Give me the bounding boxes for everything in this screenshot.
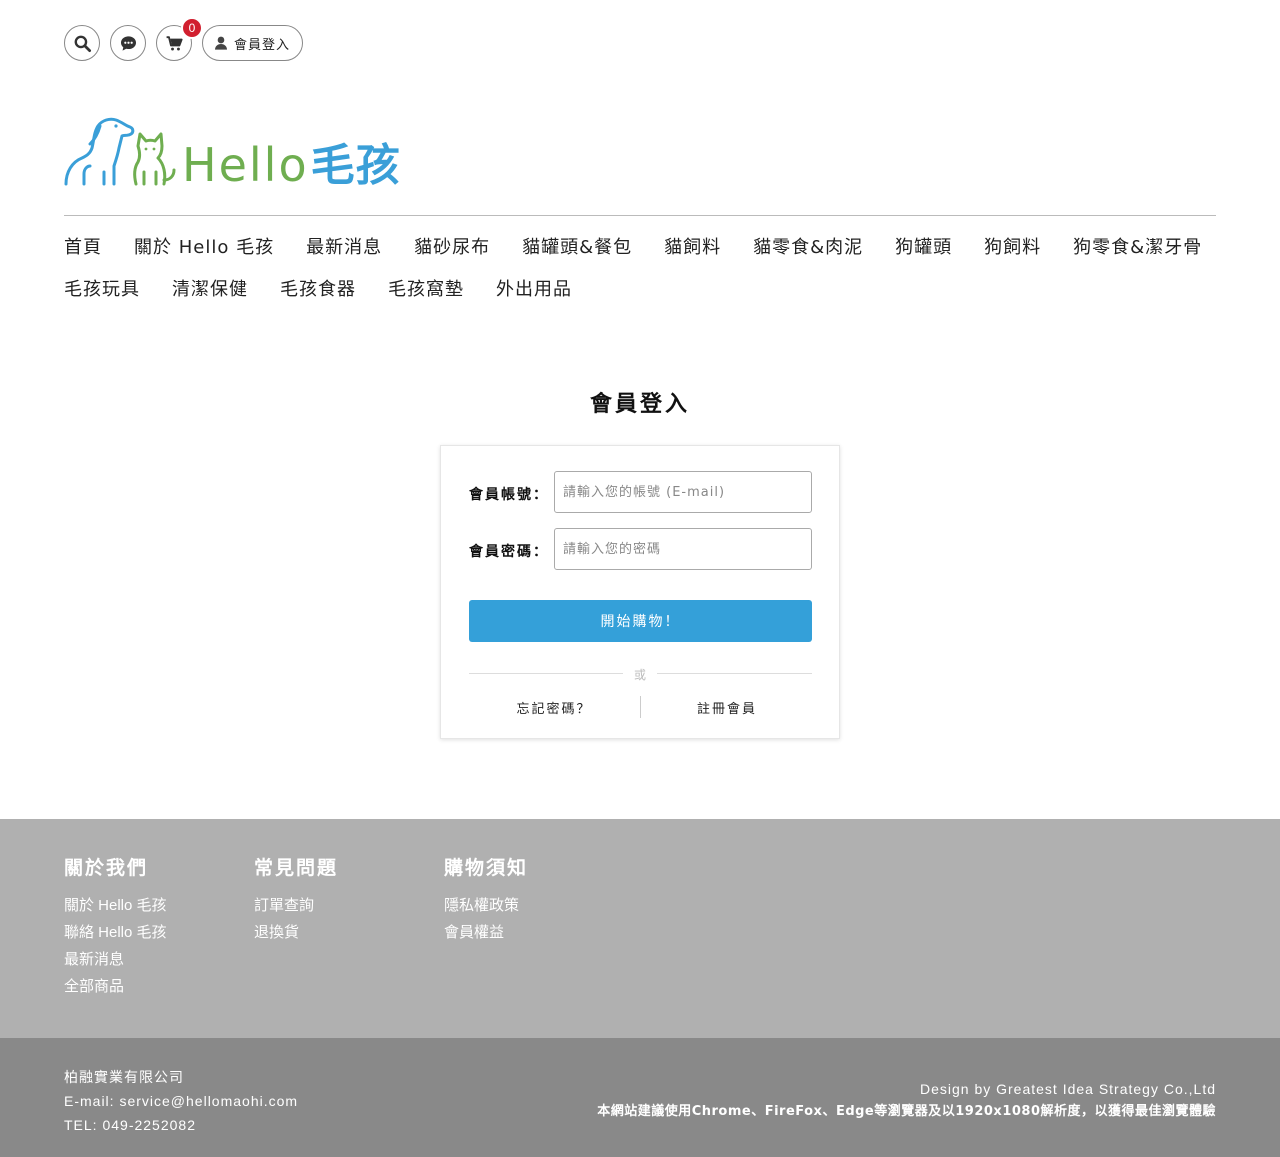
nav-item-pet-bowls[interactable]: 毛孩食器 xyxy=(280,278,356,302)
footer-link-contact[interactable]: 聯絡 Hello 毛孩 xyxy=(64,919,167,946)
page-title: 會員登入 xyxy=(589,392,690,417)
company-name: 柏融實業有限公司 xyxy=(64,1069,184,1085)
password-input[interactable] xyxy=(554,528,812,570)
header-divider xyxy=(64,215,1216,216)
nav-item-cleaning-care[interactable]: 清潔保健 xyxy=(172,278,248,302)
browser-note: 本網站建議使用Chrome、FireFox、Edge等瀏覽器及以1920x108… xyxy=(597,1104,1216,1119)
footer-col-about: 關於我們 關於 Hello 毛孩 聯絡 Hello 毛孩 最新消息 全部商品 xyxy=(64,853,167,1000)
cart-count-badge: 0 xyxy=(181,17,203,39)
nav-item-outdoor[interactable]: 外出用品 xyxy=(496,278,572,302)
main-nav: 首頁 關於 Hello 毛孩 最新消息 貓砂尿布 貓罐頭&餐包 貓飼料 貓零食&… xyxy=(64,236,1224,302)
cart-icon xyxy=(166,35,183,50)
search-icon xyxy=(74,35,91,52)
footer-links: 關於我們 關於 Hello 毛孩 聯絡 Hello 毛孩 最新消息 全部商品 常… xyxy=(0,819,1280,1038)
password-label: 會員密碼： xyxy=(469,544,549,560)
register-link[interactable]: 註冊會員 xyxy=(642,698,812,717)
nav-item-dog-cans[interactable]: 狗罐頭 xyxy=(895,236,952,260)
nav-item-dog-food[interactable]: 狗飼料 xyxy=(984,236,1041,260)
login-card: 會員帳號： 會員密碼： 開始購物！ 或 忘記密碼？ 註冊會員 xyxy=(440,445,840,739)
footer-link-about[interactable]: 關於 Hello 毛孩 xyxy=(64,892,167,919)
footer-link-member-rights[interactable]: 會員權益 xyxy=(444,919,528,946)
footer-col-faq: 常見問題 訂單查詢 退換貨 xyxy=(254,853,338,946)
footer-link-news[interactable]: 最新消息 xyxy=(64,946,167,973)
footer-bottom: 柏融實業有限公司 E-mail: service@hellomaohi.com … xyxy=(0,1038,1280,1157)
company-email: E-mail: service@hellomaohi.com xyxy=(64,1093,299,1109)
company-tel: TEL: 049-2252082 xyxy=(64,1117,196,1133)
footer-col-title: 購物須知 xyxy=(444,857,529,879)
logo-text: Hello 毛孩 xyxy=(182,142,401,188)
nav-item-dog-snacks[interactable]: 狗零食&潔牙骨 xyxy=(1073,236,1202,260)
nav-item-cat-litter[interactable]: 貓砂尿布 xyxy=(414,236,490,260)
footer-link-returns[interactable]: 退換貨 xyxy=(254,919,338,946)
design-credit-text: Design by Greatest Idea Strategy Co.,Ltd xyxy=(919,1081,1216,1097)
nav-item-home[interactable]: 首頁 xyxy=(64,236,102,260)
nav-item-about[interactable]: 關於 Hello 毛孩 xyxy=(134,236,274,260)
site-logo[interactable]: Hello 毛孩 xyxy=(64,114,401,188)
nav-item-cat-snacks[interactable]: 貓零食&肉泥 xyxy=(753,236,863,260)
footer-link-order-query[interactable]: 訂單查詢 xyxy=(254,892,338,919)
nav-item-cat-food[interactable]: 貓飼料 xyxy=(664,236,721,260)
link-separator xyxy=(640,696,641,718)
footer-col-title: 關於我們 xyxy=(64,857,149,879)
dog-cat-logo-icon xyxy=(64,117,176,186)
design-credit: Design by Greatest Idea Strategy Co.,Ltd… xyxy=(597,1078,1216,1124)
nav-item-pet-beds[interactable]: 毛孩窩墊 xyxy=(388,278,464,302)
member-login-button[interactable]: 會員登入 xyxy=(202,25,304,61)
forgot-password-link[interactable]: 忘記密碼？ xyxy=(469,698,639,717)
nav-item-cat-cans[interactable]: 貓罐頭&餐包 xyxy=(522,236,632,260)
company-info: 柏融實業有限公司 E-mail: service@hellomaohi.com … xyxy=(64,1065,298,1137)
chat-button[interactable] xyxy=(110,25,146,61)
member-login-label: 會員登入 xyxy=(234,37,291,53)
or-text: 或 xyxy=(633,668,646,682)
user-icon xyxy=(215,36,227,50)
logo-hello-text: Hello xyxy=(182,138,309,192)
nav-item-news[interactable]: 最新消息 xyxy=(306,236,382,260)
account-label: 會員帳號： xyxy=(469,487,549,503)
footer-col-shopping: 購物須知 隱私權政策 會員權益 xyxy=(444,853,528,946)
search-button[interactable] xyxy=(64,25,100,61)
start-shopping-button[interactable]: 開始購物！ xyxy=(469,600,812,642)
account-input[interactable] xyxy=(554,471,812,513)
top-utility-bar: 0 會員登入 xyxy=(64,17,304,61)
logo-maohai-text: 毛孩 xyxy=(310,140,401,191)
footer-col-title: 常見問題 xyxy=(254,857,339,879)
footer-link-privacy[interactable]: 隱私權政策 xyxy=(444,892,528,919)
chat-icon xyxy=(120,35,136,51)
cart-button[interactable]: 0 xyxy=(156,17,203,61)
nav-item-pet-toys[interactable]: 毛孩玩具 xyxy=(64,278,140,302)
footer-link-all-products[interactable]: 全部商品 xyxy=(64,973,167,1000)
